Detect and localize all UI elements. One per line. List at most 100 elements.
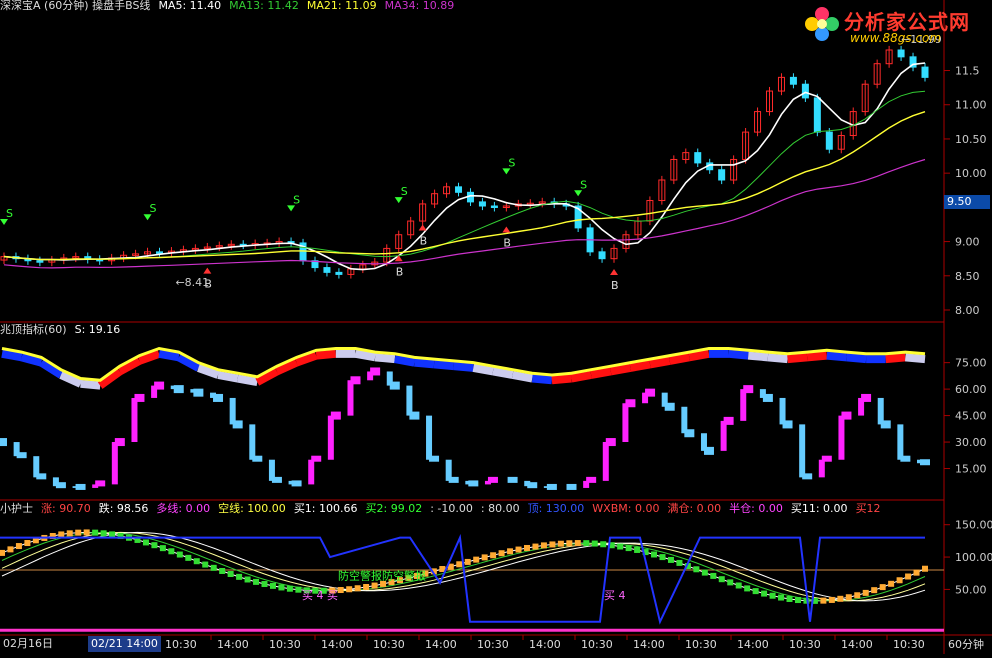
xiaohushi-dot bbox=[701, 569, 708, 576]
xiaohushi-dot bbox=[828, 596, 835, 603]
panel3-header-item: : -10.00 bbox=[430, 502, 473, 515]
buy-signal-label: B bbox=[396, 265, 404, 278]
xiaohushi-dot bbox=[871, 587, 878, 594]
xiaohushi-dot bbox=[879, 584, 886, 591]
alert-annotation: 防空警报 bbox=[338, 569, 382, 583]
ma21-line bbox=[3, 111, 926, 261]
xiaohushi-dot bbox=[371, 582, 378, 589]
y-tick-label: 50.00 bbox=[955, 583, 987, 596]
candle-body bbox=[323, 267, 331, 273]
indicator-step bbox=[566, 483, 577, 490]
candle-body bbox=[455, 186, 463, 193]
panel3-header-item: 买12 bbox=[855, 502, 881, 515]
sell-signal-label: S bbox=[293, 193, 300, 206]
indicator-band-segment bbox=[158, 349, 180, 362]
x-tick-label: 10:30 bbox=[789, 638, 821, 651]
y-tick-label: 75.00 bbox=[955, 357, 987, 370]
candle-body bbox=[490, 205, 498, 208]
period-label[interactable]: 60分钟 bbox=[944, 636, 992, 654]
xiaohushi-dot bbox=[862, 589, 869, 596]
x-tick-label: 14:00 bbox=[633, 638, 665, 651]
site-logo: 分析家公式网 www.88gs.com bbox=[800, 2, 990, 46]
xiaohushi-dot bbox=[667, 556, 674, 563]
xiaohushi-dot bbox=[0, 549, 5, 556]
date-box[interactable]: 02/21 14:00 bbox=[88, 636, 161, 652]
xiaohushi-dot bbox=[896, 577, 903, 584]
candle-body bbox=[825, 131, 833, 150]
buy-signal-label: B bbox=[611, 279, 619, 292]
panel3-header-item: 满仓: 0.00 bbox=[667, 502, 722, 515]
xiaohushi-dot bbox=[845, 594, 852, 601]
indicator-band-segment bbox=[374, 353, 396, 364]
xiaohushi-dot bbox=[286, 585, 293, 592]
indicator-band-segment bbox=[394, 355, 416, 367]
xiaohushi-dot bbox=[159, 545, 166, 552]
panel1-header-item: 深深宝A (60分钟) 操盘手BS线 bbox=[0, 0, 151, 12]
panel2-header: 兆顶指标(60) S: 19.16 bbox=[0, 323, 128, 337]
y-tick-label: 10.00 bbox=[955, 167, 987, 180]
indicator-band-segment bbox=[767, 353, 788, 364]
buy-arrow-icon bbox=[203, 267, 212, 274]
xiaohushi-dot bbox=[710, 572, 717, 579]
logo-url: www.88gs.com bbox=[850, 31, 942, 45]
xiaohushi-dot bbox=[769, 592, 776, 599]
x-tick-label: 10:30 bbox=[581, 638, 613, 651]
y-tick-label: 11.5 bbox=[955, 65, 980, 78]
y-tick-label: 15.00 bbox=[955, 463, 987, 476]
candle-body bbox=[478, 201, 486, 207]
xiaohushi-dot bbox=[524, 544, 531, 551]
xiaohushi-dot bbox=[549, 541, 556, 548]
xiaohushi-dot bbox=[794, 597, 801, 604]
candle-body bbox=[155, 251, 163, 254]
sell-signal-label: S bbox=[150, 202, 157, 215]
ma5-line bbox=[3, 62, 926, 271]
indicator-band-segment bbox=[236, 374, 259, 386]
panel3-header: 小护士 涨: 90.70 跌: 98.56 多线: 0.00 空线: 100.00 买1:… bbox=[0, 502, 889, 516]
x-tick-label: 10:30 bbox=[477, 638, 509, 651]
xiaohushi-dot bbox=[693, 566, 700, 573]
panel3-header-item: 半仓: 0.00 bbox=[729, 502, 783, 515]
y-tick-label: 60.00 bbox=[955, 383, 987, 396]
xiaohushi-dot bbox=[100, 530, 107, 537]
xiaohushi-dot bbox=[651, 551, 658, 558]
panel3-header-item: 跌: 98.56 bbox=[98, 502, 149, 515]
xiaohushi-dot bbox=[837, 595, 844, 602]
xiaohushi-dot bbox=[278, 584, 285, 591]
xiaohushi-dot bbox=[659, 554, 666, 561]
indicator-band-segment bbox=[905, 353, 926, 364]
x-tick-label: 10:30 bbox=[269, 638, 301, 651]
xiaohushi-dot bbox=[574, 540, 581, 547]
panel3-header-item: 买2: 99.02 bbox=[365, 502, 423, 515]
xiaohushi-dot bbox=[92, 529, 99, 536]
y-tick-label: 8.00 bbox=[955, 304, 980, 317]
panel1-header-item: MA13: 11.42 bbox=[229, 0, 299, 12]
xiaohushi-dot bbox=[888, 580, 895, 587]
y-tick-label: 100.00 bbox=[955, 551, 992, 564]
xiaohushi-dot bbox=[591, 540, 598, 547]
xiaohushi-dot bbox=[473, 556, 480, 563]
xiaohushi-dot bbox=[83, 529, 90, 536]
xiaohushi-dot bbox=[481, 554, 488, 561]
indicator-band-segment bbox=[414, 358, 435, 369]
xiaohushi-dot bbox=[269, 582, 276, 589]
xiaohushi-dot bbox=[219, 567, 226, 574]
panel3-header-item: 多线: 0.00 bbox=[156, 502, 211, 515]
candle-body bbox=[921, 66, 929, 78]
buy-arrow-icon bbox=[502, 226, 511, 233]
buy-signal-label: B bbox=[503, 237, 511, 250]
panel1-header: 深深宝A (60分钟) 操盘手BS线 MA5: 11.40 MA13: 11.42 M… bbox=[0, 0, 462, 13]
y-tick-label: 8.50 bbox=[955, 270, 980, 283]
xiaohushi-dot bbox=[244, 576, 251, 583]
buy-annotation: 买 4 bbox=[604, 589, 626, 602]
panel3-header-item: 顶: 130.00 bbox=[527, 502, 585, 515]
x-tick-label: 14:00 bbox=[529, 638, 561, 651]
xiaohushi-dot bbox=[786, 595, 793, 602]
panel3-header-item: : 80.00 bbox=[480, 502, 520, 515]
indicator-band-segment bbox=[649, 356, 671, 369]
panel1-header-item: MA34: 10.89 bbox=[384, 0, 455, 12]
x-tick-label: 10:30 bbox=[373, 638, 405, 651]
sell-signal-label: S bbox=[508, 156, 515, 169]
indicator-band-segment bbox=[433, 360, 455, 371]
indicator-band-segment bbox=[668, 353, 691, 365]
xiaohushi-dot bbox=[718, 576, 725, 583]
